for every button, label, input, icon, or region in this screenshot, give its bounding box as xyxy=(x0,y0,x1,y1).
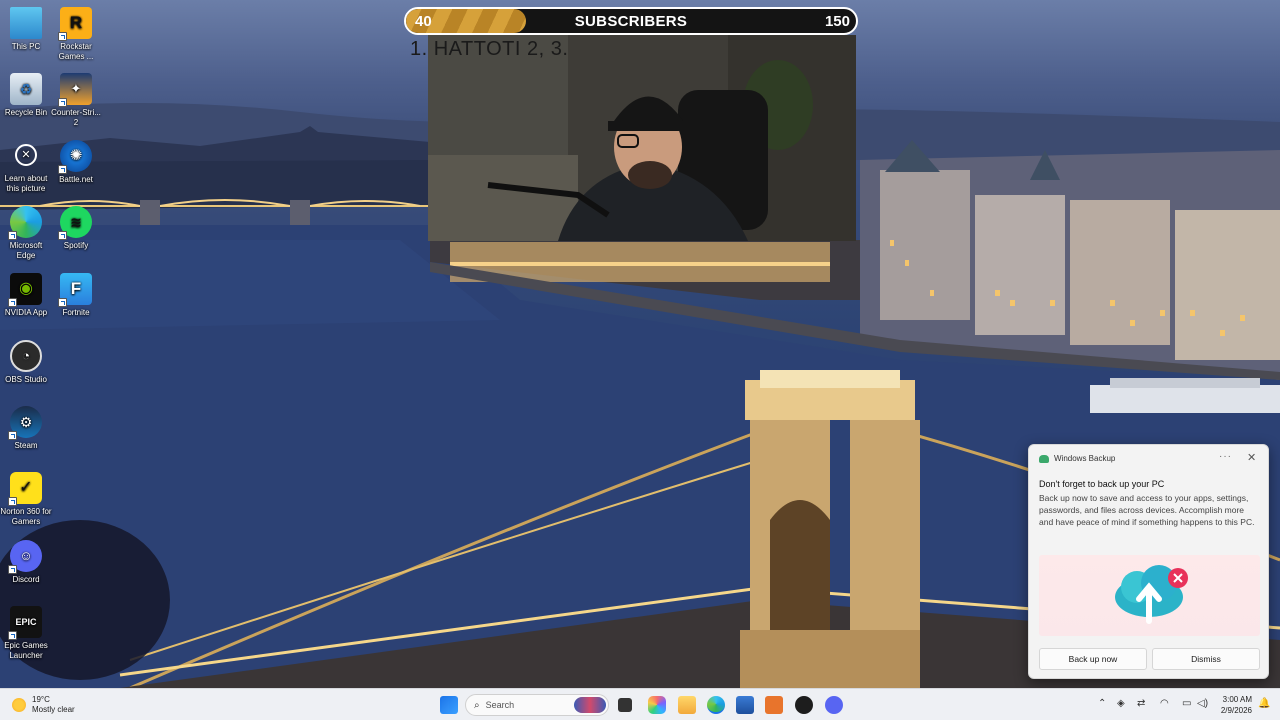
steam-icon: ⚙ xyxy=(8,406,42,440)
desktop-icon-label: Fortnite xyxy=(62,308,90,317)
shortcut-arrow-icon xyxy=(58,231,67,240)
edge-icon xyxy=(8,206,42,240)
taskbar-clock[interactable]: 3:00 AM 2/9/2026 xyxy=(1212,694,1252,716)
obs-icon: ◔ xyxy=(10,340,42,372)
clock-date: 2/9/2026 xyxy=(1220,706,1252,715)
desktop-icon-steam[interactable]: ⚙ Steam xyxy=(0,406,52,451)
desktop-icon-label: Rockstar Games ... xyxy=(58,42,94,61)
network-sync-icon[interactable]: ⇄ xyxy=(1137,698,1145,709)
desktop-icon-label: Steam xyxy=(14,441,38,450)
desktop-icon-epic[interactable]: EPIC Epic Games Launcher xyxy=(0,606,52,661)
desktop-icon-spotify[interactable]: ≋ Spotify xyxy=(50,206,102,251)
desktop-icon-label: OBS Studio xyxy=(5,375,47,384)
shortcut-arrow-icon xyxy=(58,98,67,107)
back-up-now-button[interactable]: Back up now xyxy=(1039,648,1147,670)
wifi-icon[interactable]: ◠ xyxy=(1160,698,1169,709)
shortcut-arrow-icon xyxy=(8,231,17,240)
notification-header: Windows Backup xyxy=(1039,454,1115,463)
desktop-icon-recycle-bin[interactable]: ♻ Recycle Bin xyxy=(0,73,52,118)
notification-title: Don't forget to back up your PC xyxy=(1039,479,1165,489)
cloud-upload-icon xyxy=(1115,565,1188,624)
desktop-icon-battlenet[interactable]: ✺ Battle.net xyxy=(50,140,102,185)
windows-backup-notification: Windows Backup ··· ✕ Don't forget to bac… xyxy=(1028,444,1269,679)
display-icon[interactable]: ▭ xyxy=(1182,698,1191,709)
overlay-list-text: 1. HATTOTI 2, 3. xyxy=(410,38,569,60)
desktop-icon-fortnite[interactable]: F Fortnite xyxy=(50,273,102,318)
desktop-icon-label: Epic Games Launcher xyxy=(4,641,48,660)
notification-body: Back up now to save and access to your a… xyxy=(1039,493,1255,527)
close-icon[interactable]: ✕ xyxy=(1247,451,1256,464)
nvidia-icon: ◉ xyxy=(8,273,42,307)
dismiss-button[interactable]: Dismiss xyxy=(1152,648,1260,670)
battlenet-icon: ✺ xyxy=(58,140,92,174)
subscriber-label: SUBSCRIBERS xyxy=(574,13,688,30)
desktop-icon-label: Spotify xyxy=(63,241,89,250)
desktop-icon-label: Discord xyxy=(12,575,40,584)
monitor-icon xyxy=(10,7,42,39)
system-tray: ⌃ ◈ ⇄ ◠ ▭ ◁) 3:00 AM 2/9/2026 🔔 xyxy=(0,689,1280,720)
desktop-icon-learn-picture[interactable]: ✕ Learn about this picture xyxy=(0,140,52,194)
security-icon[interactable]: ◈ xyxy=(1117,698,1125,709)
shortcut-arrow-icon xyxy=(8,497,17,506)
camera-aperture-icon: ✕ xyxy=(15,144,37,166)
shortcut-arrow-icon xyxy=(8,431,17,440)
desktop-icon-label: Microsoft Edge xyxy=(9,241,43,260)
desktop-icon-counter-strike[interactable]: ✦ Counter-Stri... 2 xyxy=(50,73,102,128)
shortcut-arrow-icon xyxy=(8,565,17,574)
desktop-icon-obs[interactable]: ◔ OBS Studio xyxy=(0,340,52,385)
desktop-icon-label: Recycle Bin xyxy=(4,108,48,117)
clock-time: 3:00 AM xyxy=(1222,695,1252,704)
notification-app-name: Windows Backup xyxy=(1054,454,1116,463)
counter-strike-icon: ✦ xyxy=(58,73,92,107)
epic-games-icon: EPIC xyxy=(8,606,42,640)
desktop-icon-rockstar[interactable]: R Rockstar Games ... xyxy=(50,7,102,62)
shortcut-arrow-icon xyxy=(58,298,67,307)
discord-icon: ☺ xyxy=(8,540,42,574)
shortcut-arrow-icon xyxy=(8,631,17,640)
spotify-icon: ≋ xyxy=(58,206,92,240)
webcam-overlay xyxy=(428,35,856,241)
windows-backup-icon xyxy=(1039,454,1049,463)
chevron-up-icon[interactable]: ⌃ xyxy=(1098,698,1106,709)
notification-hero-image xyxy=(1039,555,1260,636)
rockstar-icon: R xyxy=(58,7,92,41)
desktop-icon-discord[interactable]: ☺ Discord xyxy=(0,540,52,585)
volume-icon[interactable]: ◁) xyxy=(1197,698,1208,709)
webcam-scene xyxy=(428,35,856,241)
shortcut-arrow-icon xyxy=(8,298,17,307)
shortcut-arrow-icon xyxy=(58,165,67,174)
subscriber-goal-bar: 40 SUBSCRIBERS 150 xyxy=(404,7,858,35)
desktop-icon-nvidia[interactable]: ◉ NVIDIA App xyxy=(0,273,52,318)
shortcut-arrow-icon xyxy=(58,32,67,41)
desktop-icon-label: Learn about this picture xyxy=(4,174,48,193)
desktop-icon-label: Counter-Stri... 2 xyxy=(51,108,101,127)
fortnite-icon: F xyxy=(58,273,92,307)
desktop-icon-this-pc[interactable]: This PC xyxy=(0,7,52,52)
more-options-icon[interactable]: ··· xyxy=(1219,451,1232,462)
recycle-bin-icon: ♻ xyxy=(10,73,42,105)
desktop-icon-label: Norton 360 for Gamers xyxy=(0,507,52,526)
desktop-icon-edge[interactable]: Microsoft Edge xyxy=(0,206,52,261)
norton-icon: ✓ xyxy=(8,472,42,506)
desktop-icon-label: This PC xyxy=(11,42,41,51)
subscriber-goal-count: 150 xyxy=(824,13,850,30)
notification-bell-icon[interactable]: 🔔 xyxy=(1258,698,1270,709)
desktop-icon-norton[interactable]: ✓ Norton 360 for Gamers xyxy=(0,472,52,527)
taskbar: 19°C Mostly clear ⌕ Search ⌃ ◈ ⇄ ◠ ▭ ◁) … xyxy=(0,688,1280,720)
desktop-icon-label: NVIDIA App xyxy=(4,308,48,317)
desktop-icon-label: Battle.net xyxy=(59,175,93,184)
